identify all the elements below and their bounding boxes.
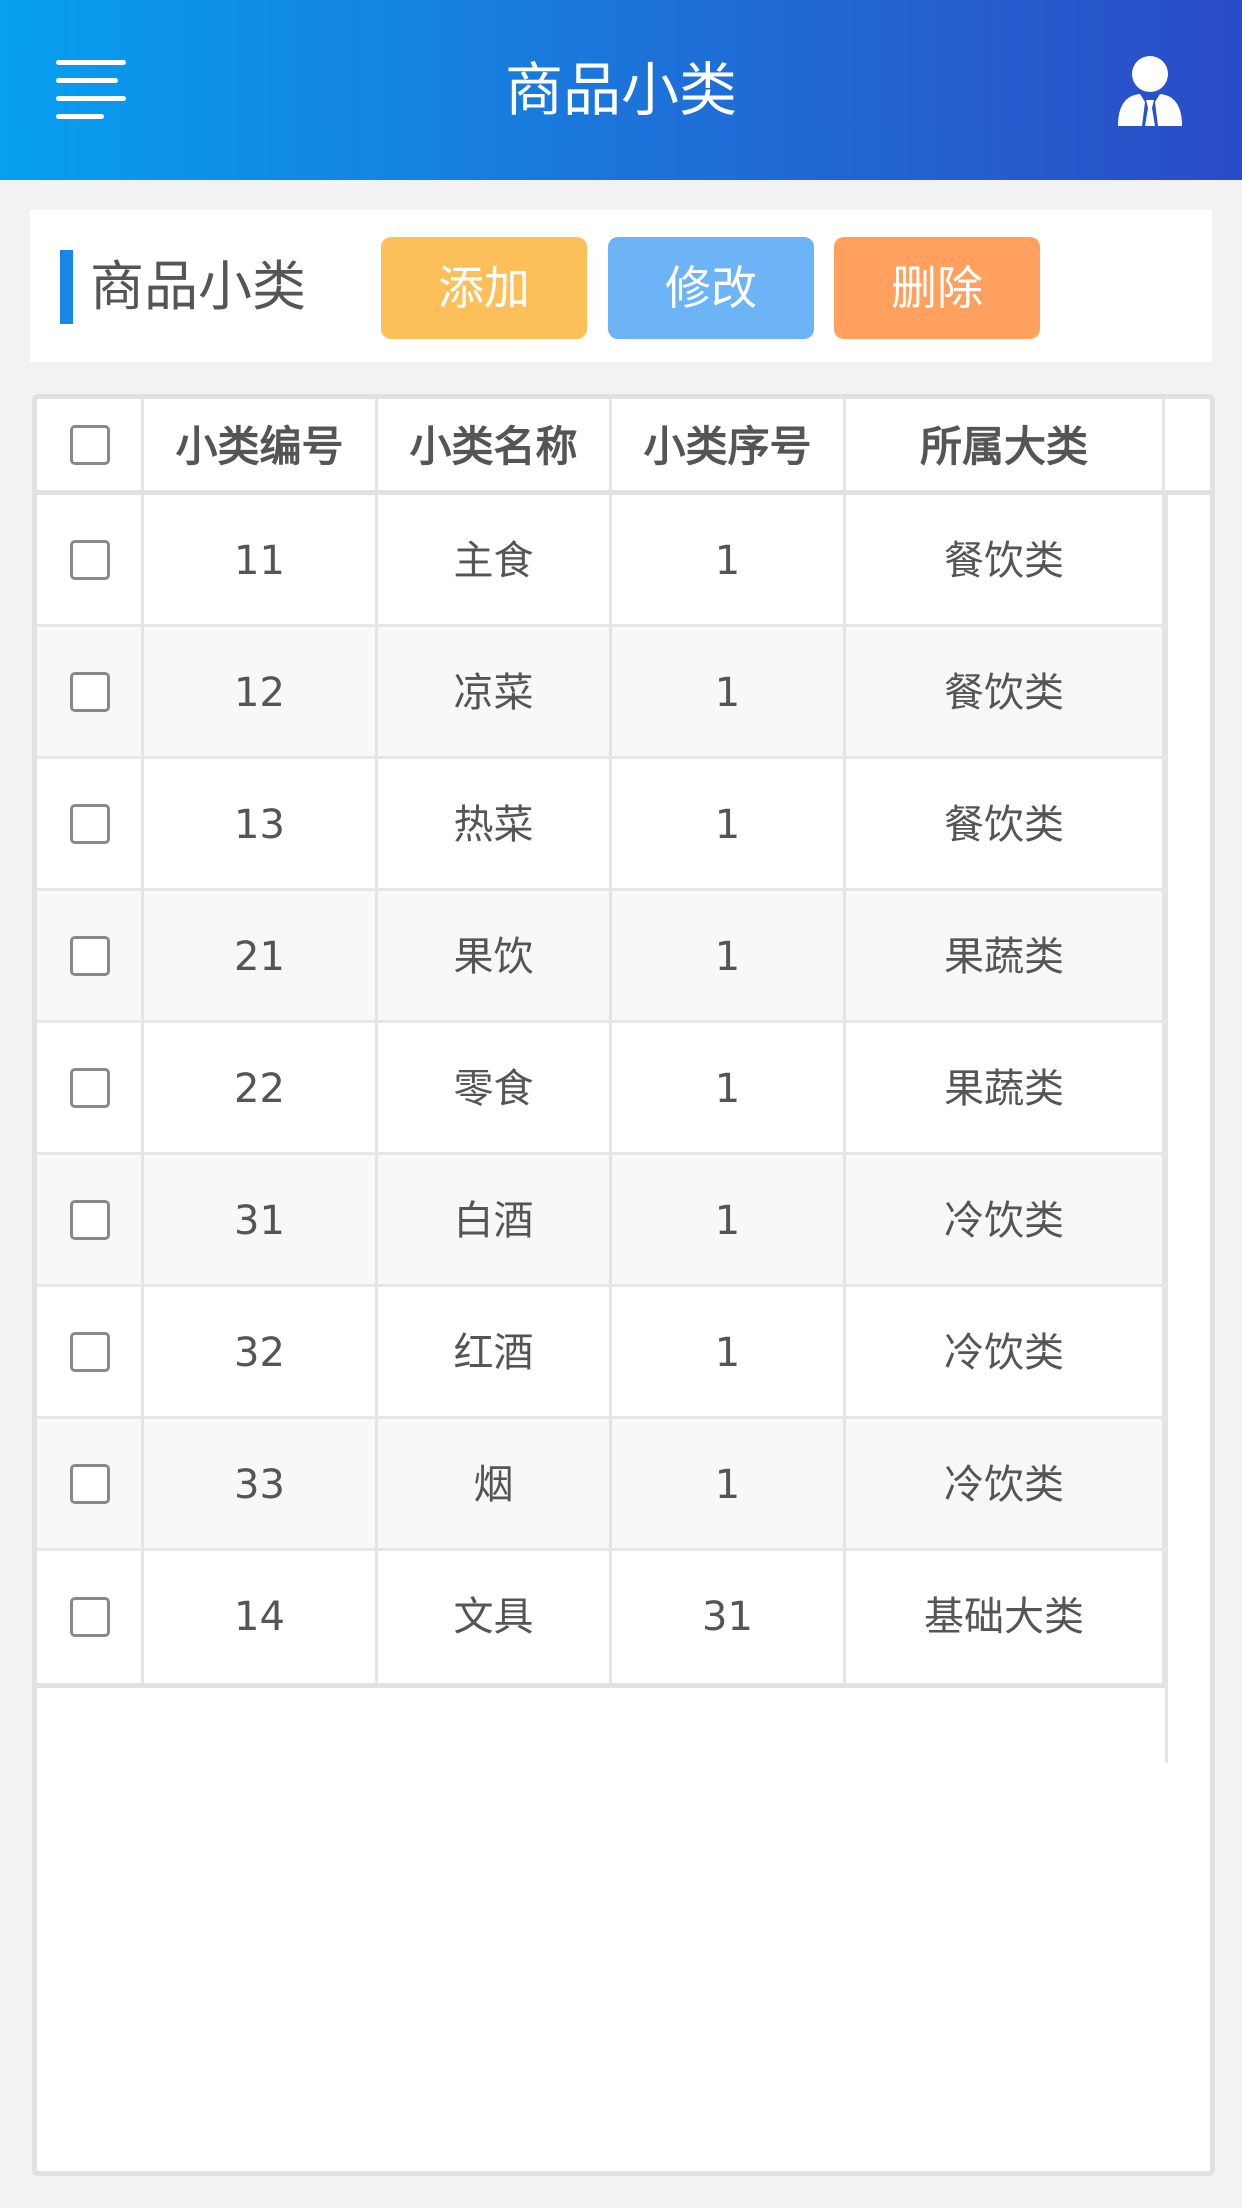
table-row[interactable]: 22 零食 1 果蔬类: [37, 1023, 1165, 1155]
row-checkbox[interactable]: [70, 671, 110, 712]
cell-category: 冷饮类: [843, 1155, 1165, 1284]
table-row[interactable]: 21 果饮 1 果蔬类: [37, 891, 1165, 1023]
cell-order: 1: [609, 1023, 843, 1152]
cell-order: 1: [609, 1419, 843, 1548]
cell-id: 14: [141, 1551, 375, 1683]
column-header[interactable]: 小类序号: [609, 399, 843, 490]
column-divider-right: [1165, 495, 1168, 1763]
cell-order: 1: [609, 1287, 843, 1416]
table-body: 11 主食 1 餐饮类 12 凉菜 1 餐饮类 13 热菜 1 餐饮类 21 果…: [37, 495, 1165, 1688]
cell-name: 文具: [375, 1551, 609, 1683]
add-button[interactable]: 添加: [381, 237, 587, 339]
cell-id: 33: [141, 1419, 375, 1548]
cell-name: 凉菜: [375, 627, 609, 756]
table-row[interactable]: 12 凉菜 1 餐饮类: [37, 627, 1165, 759]
row-checkbox-cell: [37, 891, 141, 1020]
row-checkbox[interactable]: [70, 1463, 110, 1504]
edit-button[interactable]: 修改: [608, 237, 814, 339]
cell-name: 果饮: [375, 891, 609, 1020]
row-checkbox[interactable]: [70, 539, 110, 580]
cell-name: 热菜: [375, 759, 609, 888]
cell-category: 果蔬类: [843, 891, 1165, 1020]
section-accent-bar: [60, 250, 73, 324]
cell-id: 12: [141, 627, 375, 756]
row-checkbox[interactable]: [70, 803, 110, 844]
table-row[interactable]: 32 红酒 1 冷饮类: [37, 1287, 1165, 1419]
page-title: 商品小类: [504, 56, 737, 124]
cell-order: 1: [609, 495, 843, 624]
cell-id: 13: [141, 759, 375, 888]
cell-category: 餐饮类: [843, 627, 1165, 756]
row-checkbox[interactable]: [70, 1067, 110, 1108]
user-profile-icon[interactable]: [1116, 56, 1184, 126]
cell-category: 冷饮类: [843, 1419, 1165, 1548]
table-row[interactable]: 31 白酒 1 冷饮类: [37, 1155, 1165, 1287]
cell-id: 21: [141, 891, 375, 1020]
toolbar: 商品小类 添加 修改 删除: [30, 210, 1212, 362]
delete-button[interactable]: 删除: [834, 237, 1040, 339]
row-checkbox-cell: [37, 627, 141, 756]
header-checkbox-cell: [37, 399, 141, 490]
table-row[interactable]: 14 文具 31 基础大类: [37, 1551, 1165, 1683]
cell-category: 餐饮类: [843, 759, 1165, 888]
cell-name: 烟: [375, 1419, 609, 1548]
cell-name: 主食: [375, 495, 609, 624]
cell-order: 1: [609, 1155, 843, 1284]
cell-id: 32: [141, 1287, 375, 1416]
table-row[interactable]: 11 主食 1 餐饮类: [37, 495, 1165, 627]
cell-name: 白酒: [375, 1155, 609, 1284]
row-checkbox-cell: [37, 1551, 141, 1683]
table-row[interactable]: 13 热菜 1 餐饮类: [37, 759, 1165, 891]
row-checkbox-cell: [37, 1419, 141, 1548]
cell-name: 红酒: [375, 1287, 609, 1416]
cell-order: 1: [609, 759, 843, 888]
column-header[interactable]: 小类名称: [375, 399, 609, 490]
column-header[interactable]: 小类编号: [141, 399, 375, 490]
row-checkbox[interactable]: [70, 1199, 110, 1240]
row-checkbox[interactable]: [70, 935, 110, 976]
row-checkbox-cell: [37, 1287, 141, 1416]
cell-category: 餐饮类: [843, 495, 1165, 624]
row-checkbox-cell: [37, 759, 141, 888]
cell-order: 1: [609, 891, 843, 1020]
cell-category: 果蔬类: [843, 1023, 1165, 1152]
column-header[interactable]: 所属大类: [843, 399, 1165, 490]
subcategory-table: 小类编号 小类名称 小类序号 所属大类 11 主食 1 餐饮类 12 凉菜 1 …: [32, 394, 1215, 2176]
row-checkbox-cell: [37, 1023, 141, 1152]
row-checkbox[interactable]: [70, 1597, 110, 1637]
top-bar: 商品小类: [0, 0, 1242, 180]
cell-name: 零食: [375, 1023, 609, 1152]
table-row[interactable]: 33 烟 1 冷饮类: [37, 1419, 1165, 1551]
cell-id: 11: [141, 495, 375, 624]
cell-order: 1: [609, 627, 843, 756]
cell-id: 31: [141, 1155, 375, 1284]
cell-category: 基础大类: [843, 1551, 1165, 1683]
row-checkbox[interactable]: [70, 1331, 110, 1372]
select-all-checkbox[interactable]: [70, 424, 110, 465]
cell-category: 冷饮类: [843, 1287, 1165, 1416]
header-spacer: [1165, 399, 1210, 490]
row-checkbox-cell: [37, 495, 141, 624]
row-checkbox-cell: [37, 1155, 141, 1284]
table-header: 小类编号 小类名称 小类序号 所属大类: [37, 399, 1210, 495]
cell-order: 31: [609, 1551, 843, 1683]
cell-id: 22: [141, 1023, 375, 1152]
section-title: 商品小类: [90, 255, 306, 318]
